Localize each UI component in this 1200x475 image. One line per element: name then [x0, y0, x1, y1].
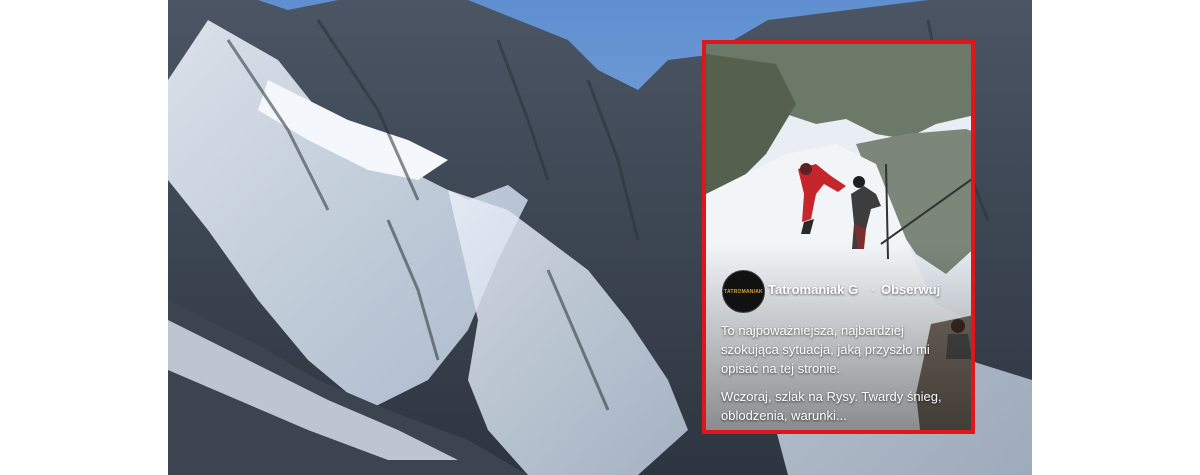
author-name[interactable]: Tatromaniak G — [768, 282, 858, 297]
separator-dot: · — [871, 282, 876, 297]
verified-suffix: G — [847, 282, 859, 297]
avatar-logo-text: TATROMANIAK — [724, 288, 763, 295]
author-avatar[interactable]: TATROMANIAK — [722, 270, 765, 313]
social-post-frame[interactable]: TATROMANIAK Tatromaniak G · Obserwuj To … — [702, 40, 975, 434]
caption-paragraph-1: To najpoważniejsza, najbardziej szokując… — [721, 323, 930, 376]
follow-button[interactable]: Obserwuj — [881, 282, 940, 297]
caption-paragraph-2: Wczoraj, szlak na Rysy. Twardy śnieg, ob… — [721, 389, 942, 423]
post-overlay: TATROMANIAK Tatromaniak G · Obserwuj To … — [706, 44, 971, 430]
